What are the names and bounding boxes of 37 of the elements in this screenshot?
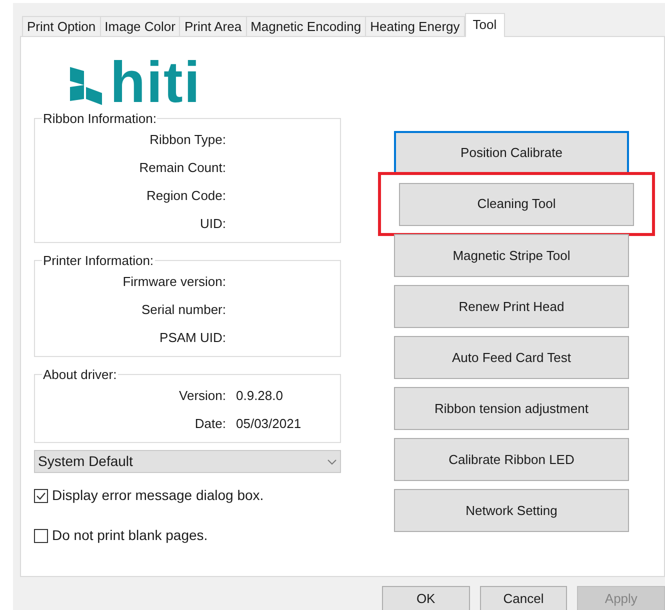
language-dropdown[interactable]: System Default [34, 450, 341, 473]
field-label: UID: [199, 214, 226, 233]
tool-button[interactable]: Ribbon tension adjustment [394, 387, 629, 430]
checkbox-label: Do not print blank pages. [52, 526, 208, 545]
field-label: Version: [178, 386, 226, 405]
dialog-button[interactable]: Cancel [480, 586, 568, 610]
tool-button[interactable]: Auto Feed Card Test [394, 336, 629, 379]
group-title: About driver: [42, 367, 118, 382]
field-label: Remain Count: [138, 158, 226, 177]
tool-button[interactable]: Network Setting [394, 489, 629, 532]
field-label: Serial number: [140, 300, 226, 319]
field-label: PSAM UID: [158, 328, 226, 347]
group-title: Printer Information: [42, 253, 155, 268]
tool-button[interactable]: Cleaning Tool [399, 182, 634, 226]
checkbox[interactable] [34, 528, 48, 542]
group-title: Ribbon Information: [42, 111, 158, 126]
tab[interactable]: Tool [464, 13, 505, 37]
field-label: Region Code: [146, 186, 226, 205]
tool-button[interactable]: Position Calibrate [394, 131, 629, 174]
dialog-button[interactable]: OK [382, 586, 470, 610]
field-value: 05/03/2021 [236, 414, 302, 433]
tool-button[interactable]: Calibrate Ribbon LED [394, 438, 629, 481]
tab[interactable]: Image Color [100, 16, 180, 36]
field-label: Date: [194, 414, 226, 433]
field-value: 0.9.28.0 [236, 386, 283, 405]
field-label: Ribbon Type: [148, 130, 226, 149]
tool-button[interactable]: Renew Print Head [394, 285, 629, 328]
tool-button[interactable]: Magnetic Stripe Tool [394, 234, 629, 277]
checkbox[interactable] [34, 488, 48, 502]
logo-mark-icon [68, 65, 104, 107]
tab[interactable]: Print Option [22, 16, 101, 36]
tab[interactable]: Magnetic Encoding [246, 16, 366, 36]
logo-text: hiti [110, 54, 201, 112]
checkbox-label: Display error message dialog box. [52, 486, 264, 505]
tab[interactable]: Heating Energy [365, 16, 465, 36]
caret-icon [327, 458, 337, 464]
field-label: Firmware version: [122, 272, 226, 291]
